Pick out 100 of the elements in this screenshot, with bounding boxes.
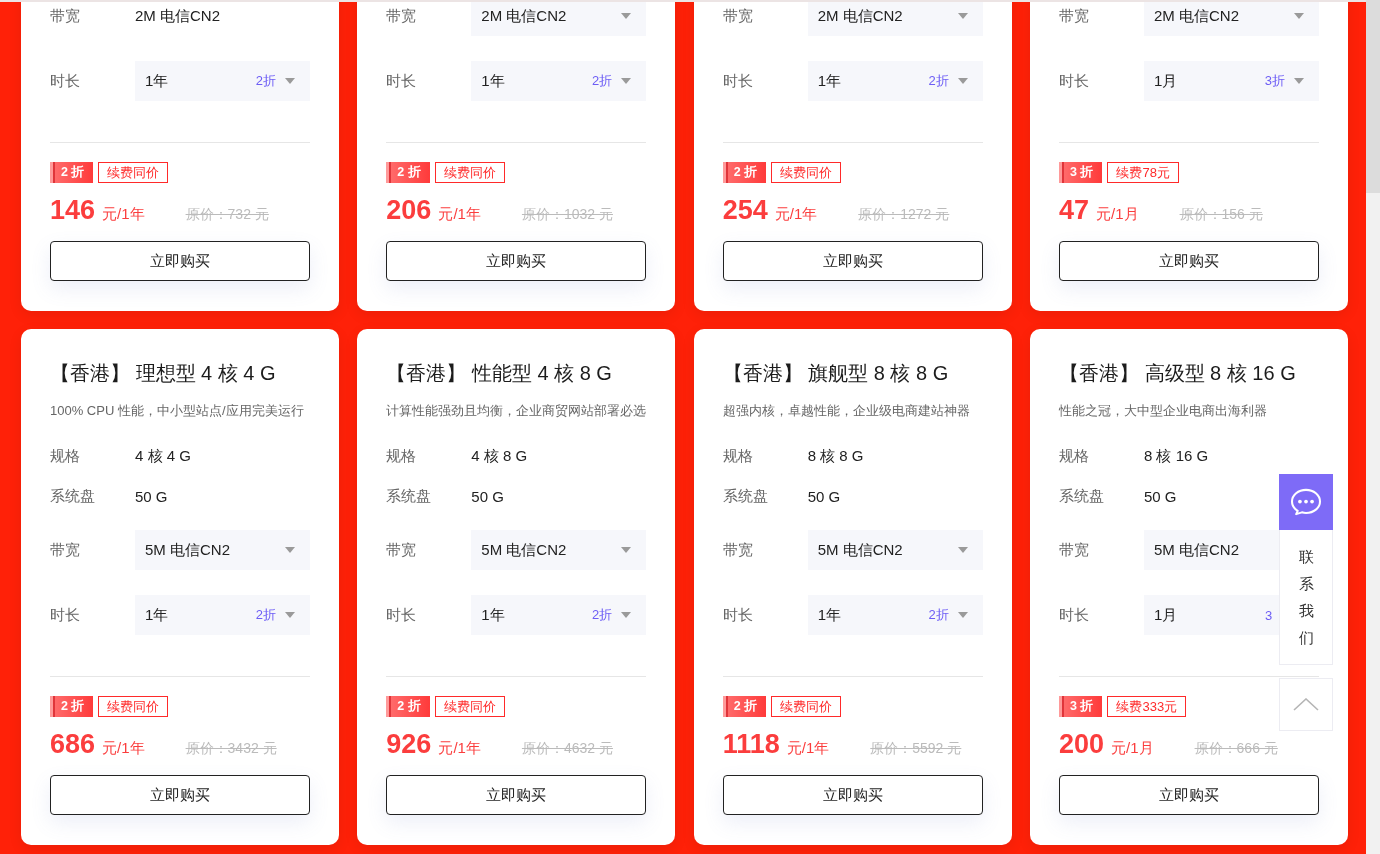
discount-badge: 3 折: [1059, 162, 1103, 183]
dropdown-select[interactable]: 5M 电信CN2: [135, 530, 310, 570]
card-title: 【香港】 旗舰型 8 核 8 G: [722, 361, 949, 386]
dropdown-select[interactable]: 1年 2折: [471, 61, 647, 101]
card-description: 超强内核，卓越性能，企业级电商建站神器: [722, 402, 970, 420]
option-label: 带宽: [386, 540, 418, 560]
contact-us-button[interactable]: 联系我们: [1279, 530, 1333, 665]
option-label: 时长: [1059, 71, 1090, 91]
discount-badge: 2 折: [722, 696, 767, 717]
price-amount: 686: [50, 728, 96, 760]
card-description: 计算性能强劲且均衡，企业商贸网站部署必选: [386, 402, 647, 420]
spec-value: 8 核 16 G: [1144, 446, 1209, 466]
buy-button[interactable]: 立即购买: [50, 241, 310, 281]
option-label: 带宽: [386, 6, 418, 26]
chat-button[interactable]: [1279, 474, 1333, 530]
original-price: 原价：3432 元: [185, 740, 277, 758]
dropdown-select[interactable]: 1月 3折: [1144, 61, 1319, 101]
option-label: 带宽: [1059, 6, 1090, 26]
caret-icon: [957, 612, 968, 618]
spec-label: 系统盘: [50, 486, 96, 506]
caret-icon: [621, 78, 632, 84]
chevron-up-icon: [1293, 698, 1319, 711]
price-unit: 元/1年: [774, 205, 818, 224]
dropdown-select[interactable]: 2M 电信CN2: [1144, 0, 1319, 36]
spec-label: 规格: [50, 446, 81, 466]
dropdown-select[interactable]: 1年 2折: [471, 595, 647, 635]
discount-label: 2折: [928, 606, 949, 624]
option-label: 带宽: [1059, 540, 1090, 560]
price-amount: 47: [1059, 194, 1090, 226]
renew-tag: 续费333元: [1107, 696, 1187, 717]
dropdown-select[interactable]: 2M 电信CN2: [471, 0, 647, 36]
discount-label: 2折: [255, 72, 276, 90]
option-label: 时长: [386, 605, 418, 625]
card-description: 100% CPU 性能，中小型站点/应用完美运行: [50, 402, 304, 420]
option-label: 时长: [722, 71, 754, 91]
buy-button[interactable]: 立即购买: [1059, 775, 1319, 815]
dropdown-select[interactable]: 1年 2折: [807, 61, 983, 101]
buy-button[interactable]: 立即购买: [386, 775, 647, 815]
price-unit: 元/1年: [102, 205, 145, 224]
scrollbar-thumb[interactable]: [1366, 0, 1380, 193]
original-price: 原价：5592 元: [870, 740, 962, 758]
option-label: 带宽: [50, 540, 81, 560]
card-description: 性能之冠，大中型企业电商出海利器: [1059, 402, 1267, 420]
price-unit: 元/1年: [438, 739, 481, 758]
option-label: 时长: [1059, 605, 1090, 625]
buy-button[interactable]: 立即购买: [1059, 241, 1319, 281]
renew-tag: 续费同价: [771, 162, 842, 183]
spec-label: 系统盘: [722, 486, 769, 506]
caret-icon: [621, 547, 632, 553]
buy-button[interactable]: 立即购买: [50, 775, 310, 815]
chat-icon: [1290, 488, 1322, 516]
renew-tag: 续费同价: [434, 696, 505, 717]
original-price: 原价：4632 元: [521, 740, 613, 758]
spec-label: 系统盘: [1059, 486, 1105, 506]
spec-label: 系统盘: [386, 486, 433, 506]
dropdown-select[interactable]: 1年 2折: [135, 595, 310, 635]
spec-label: 规格: [722, 446, 754, 466]
buy-button[interactable]: 立即购买: [386, 241, 647, 281]
spec-value: 4 核 8 G: [471, 446, 528, 466]
price-unit: 元/1年: [102, 739, 145, 758]
dropdown-select[interactable]: 1年 2折: [135, 61, 310, 101]
spec-value: 50 G: [471, 487, 504, 505]
caret-icon: [621, 612, 632, 618]
spec-value: 50 G: [1144, 487, 1177, 505]
price-amount: 926: [386, 728, 432, 760]
buy-button[interactable]: 立即购买: [722, 775, 983, 815]
renew-tag: 续费同价: [434, 162, 505, 183]
discount-badge: 2 折: [386, 162, 430, 183]
caret-icon: [957, 547, 968, 553]
buy-button[interactable]: 立即购买: [722, 241, 983, 281]
back-to-top-button[interactable]: [1279, 678, 1333, 731]
dropdown-select[interactable]: 2M 电信CN2: [807, 0, 983, 36]
renew-tag: 续费同价: [98, 162, 169, 183]
discount-label: 3: [1265, 607, 1273, 623]
spec-label: 规格: [1059, 446, 1090, 466]
original-price: 原价：156 元: [1179, 206, 1263, 224]
original-price: 原价：732 元: [185, 206, 269, 224]
caret-icon: [957, 78, 968, 84]
spec-value: 4 核 4 G: [135, 446, 191, 466]
option-label: 带宽: [722, 540, 754, 560]
option-label: 时长: [50, 605, 81, 625]
renew-tag: 续费同价: [771, 696, 842, 717]
discount-label: 2折: [255, 606, 276, 624]
caret-icon: [1294, 78, 1304, 84]
dropdown-select[interactable]: 5M 电信CN2: [1144, 530, 1279, 570]
original-price: 原价：666 元: [1194, 740, 1278, 758]
card-title: 【香港】 高级型 8 核 16 G: [1059, 361, 1296, 386]
option-label: 带宽: [50, 6, 81, 26]
dropdown-select[interactable]: 1年 2折: [807, 595, 983, 635]
price-amount: 146: [50, 194, 96, 226]
price-unit: 元/1年: [438, 205, 481, 224]
discount-badge: 2 折: [50, 162, 94, 183]
original-price: 原价：1032 元: [521, 206, 613, 224]
original-price: 原价：1272 元: [858, 206, 950, 224]
dropdown-select[interactable]: 5M 电信CN2: [807, 530, 983, 570]
caret-icon: [621, 13, 632, 19]
dropdown-select[interactable]: 5M 电信CN2: [471, 530, 647, 570]
dropdown-select[interactable]: 1月 3: [1144, 595, 1279, 635]
card-title: 【香港】 性能型 4 核 8 G: [386, 361, 612, 386]
price-unit: 元/1月: [1096, 205, 1139, 224]
